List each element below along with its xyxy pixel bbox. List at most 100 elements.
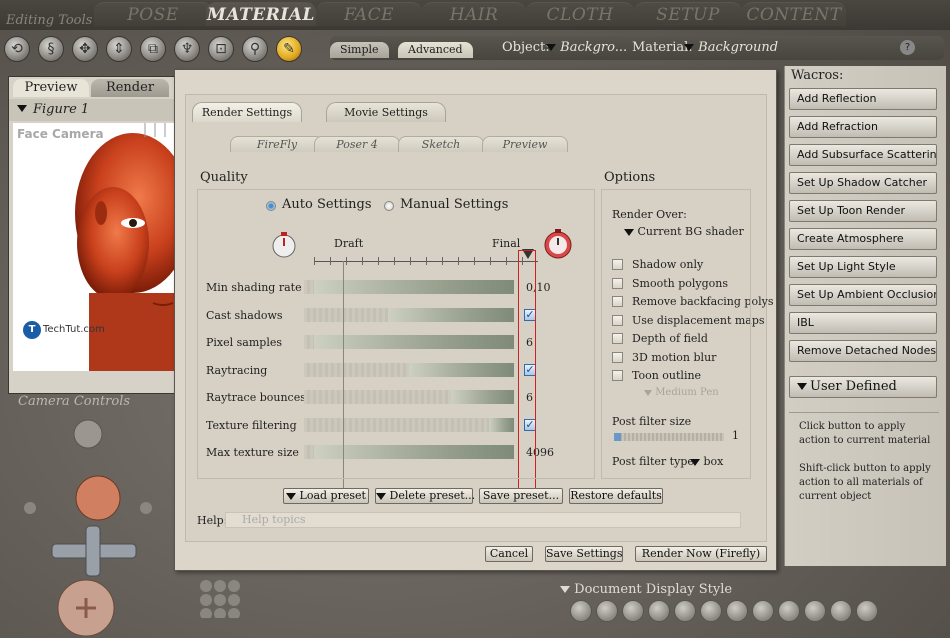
- cancel-button[interactable]: Cancel: [485, 546, 533, 562]
- toon-render-button[interactable]: Set Up Toon Render: [789, 200, 937, 222]
- post-filter-size-value: 1: [732, 429, 739, 442]
- manual-settings-label: Manual Settings: [400, 197, 509, 212]
- tab-simple[interactable]: Simple: [330, 42, 389, 58]
- twist-icon[interactable]: §: [38, 36, 64, 62]
- figure-selector[interactable]: Figure 1: [9, 99, 181, 121]
- display-style-hidden-line-icon[interactable]: [648, 600, 670, 622]
- tab-firefly[interactable]: FireFly: [230, 136, 324, 152]
- remove-detached-nodes-button[interactable]: Remove Detached Nodes: [789, 340, 937, 362]
- render-viewport[interactable]: Face Camera T TechTut.com: [13, 123, 177, 371]
- chain-break-icon[interactable]: ⊡: [208, 36, 234, 62]
- display-style-texture-shaded-icon[interactable]: [856, 600, 878, 622]
- quality-row-slider[interactable]: [304, 335, 514, 349]
- display-style-cartoon-lines-icon[interactable]: [778, 600, 800, 622]
- tab-advanced[interactable]: Advanced: [398, 42, 473, 58]
- room-tab-pose[interactable]: POSE: [94, 2, 212, 26]
- post-filter-size-slider[interactable]: [614, 433, 724, 441]
- pose-dots-icon[interactable]: [198, 578, 246, 618]
- camera-controls[interactable]: [10, 408, 170, 638]
- user-defined-dropdown[interactable]: User Defined: [789, 376, 937, 398]
- option-checkbox[interactable]: [612, 370, 623, 381]
- room-tab-content[interactable]: CONTENT: [742, 2, 846, 26]
- right-hand-icon[interactable]: [140, 502, 152, 514]
- pen-dropdown[interactable]: Medium Pen: [644, 387, 719, 398]
- quality-row-slider[interactable]: [304, 418, 514, 432]
- tab-movie-settings[interactable]: Movie Settings: [326, 102, 446, 122]
- taper-icon[interactable]: ♆: [174, 36, 200, 62]
- display-style-outline-icon[interactable]: [596, 600, 618, 622]
- render-over-label: Render Over:: [612, 208, 687, 221]
- light-style-button[interactable]: Set Up Light Style: [789, 256, 937, 278]
- create-atmosphere-button[interactable]: Create Atmosphere: [789, 228, 937, 250]
- quality-row-slider[interactable]: [304, 390, 514, 404]
- quality-row-fill: [388, 308, 514, 322]
- tab-sketch[interactable]: Sketch: [398, 136, 484, 152]
- divider: [789, 412, 939, 413]
- zoom-icon[interactable]: ⚲: [242, 36, 268, 62]
- restore-defaults-button[interactable]: Restore defaults: [569, 488, 663, 504]
- option-checkbox[interactable]: [612, 315, 623, 326]
- help-topics-field[interactable]: Help topics: [225, 512, 741, 528]
- display-style-silhouette-icon[interactable]: [570, 600, 592, 622]
- camera-face-icon[interactable]: [75, 475, 121, 521]
- quality-row-label: Raytrace bounces: [206, 391, 306, 404]
- display-style-smooth-lined-icon[interactable]: [830, 600, 852, 622]
- option-checkbox[interactable]: [612, 352, 623, 363]
- tab-render-settings[interactable]: Render Settings: [192, 102, 302, 122]
- room-tab-material[interactable]: MATERIAL: [206, 2, 316, 26]
- quality-row-slider[interactable]: [304, 280, 514, 294]
- delete-preset-button[interactable]: Delete preset...: [375, 488, 475, 504]
- ibl-button[interactable]: IBL: [789, 312, 937, 334]
- display-style-cartoon-icon[interactable]: [752, 600, 774, 622]
- shadow-catcher-button[interactable]: Set Up Shadow Catcher: [789, 172, 937, 194]
- material-dropdown[interactable]: Background: [684, 40, 778, 55]
- add-refraction-button[interactable]: Add Refraction: [789, 116, 937, 138]
- scale-icon[interactable]: ⧉: [140, 36, 166, 62]
- display-style-lit-wireframe-icon[interactable]: [674, 600, 696, 622]
- help-icon[interactable]: ?: [900, 40, 915, 55]
- option-checkbox[interactable]: [612, 278, 623, 289]
- option-checkbox-label: Remove backfacing polys: [632, 295, 774, 308]
- save-preset-button[interactable]: Save preset...: [479, 488, 563, 504]
- option-checkbox-label: Smooth polygons: [632, 277, 729, 290]
- object-dropdown[interactable]: Backgro...: [546, 40, 627, 55]
- chevron-down-icon: [644, 389, 652, 396]
- load-preset-button[interactable]: Load preset: [283, 488, 369, 504]
- watermark-logo: T TechTut.com: [23, 321, 105, 339]
- room-tab-cloth[interactable]: CLOTH: [526, 2, 634, 26]
- tab-preview[interactable]: Preview: [13, 79, 89, 97]
- add-reflection-button[interactable]: Add Reflection: [789, 88, 937, 110]
- camera-head-icon[interactable]: [73, 419, 103, 449]
- render-over-dropdown[interactable]: Current BG shader: [624, 225, 744, 238]
- display-style-flat-shaded-icon[interactable]: [700, 600, 722, 622]
- quality-row-slider[interactable]: [304, 308, 514, 322]
- rotate-icon[interactable]: ⟲: [4, 36, 30, 62]
- left-hand-icon[interactable]: [24, 502, 36, 514]
- room-tab-setup[interactable]: SETUP: [634, 2, 742, 26]
- render-now-button[interactable]: Render Now (Firefly): [635, 546, 767, 562]
- move-xy-icon[interactable]: [85, 525, 101, 577]
- auto-settings-radio[interactable]: [266, 201, 276, 211]
- tab-render[interactable]: Render: [91, 79, 169, 97]
- option-checkbox[interactable]: [612, 259, 623, 270]
- add-subsurface-scattering-button[interactable]: Add Subsurface Scattering: [789, 144, 937, 166]
- option-checkbox[interactable]: [612, 296, 623, 307]
- save-settings-button[interactable]: Save Settings: [545, 546, 623, 562]
- manual-settings-radio[interactable]: [384, 201, 394, 211]
- color-eyedropper-icon[interactable]: ✎: [276, 36, 302, 62]
- tab-poser4[interactable]: Poser 4: [314, 136, 400, 152]
- quality-row-slider[interactable]: [304, 363, 514, 377]
- display-style-wireframe-icon[interactable]: [622, 600, 644, 622]
- translate-in-out-icon[interactable]: ⇕: [106, 36, 132, 62]
- option-checkbox[interactable]: [612, 333, 623, 344]
- material-header: Simple Advanced Object: Backgro... Mater…: [330, 36, 944, 60]
- display-style-flat-lined-icon[interactable]: [726, 600, 748, 622]
- quality-row-slider[interactable]: [304, 445, 514, 459]
- post-filter-type-dropdown[interactable]: box: [690, 455, 723, 468]
- tab-preview-renderer[interactable]: Preview: [482, 136, 568, 152]
- ambient-occlusion-button[interactable]: Set Up Ambient Occlusion: [789, 284, 937, 306]
- translate-icon[interactable]: ✥: [72, 36, 98, 62]
- room-tab-face[interactable]: FACE: [316, 2, 422, 26]
- display-style-smooth-shaded-icon[interactable]: [804, 600, 826, 622]
- room-tab-hair[interactable]: HAIR: [422, 2, 526, 26]
